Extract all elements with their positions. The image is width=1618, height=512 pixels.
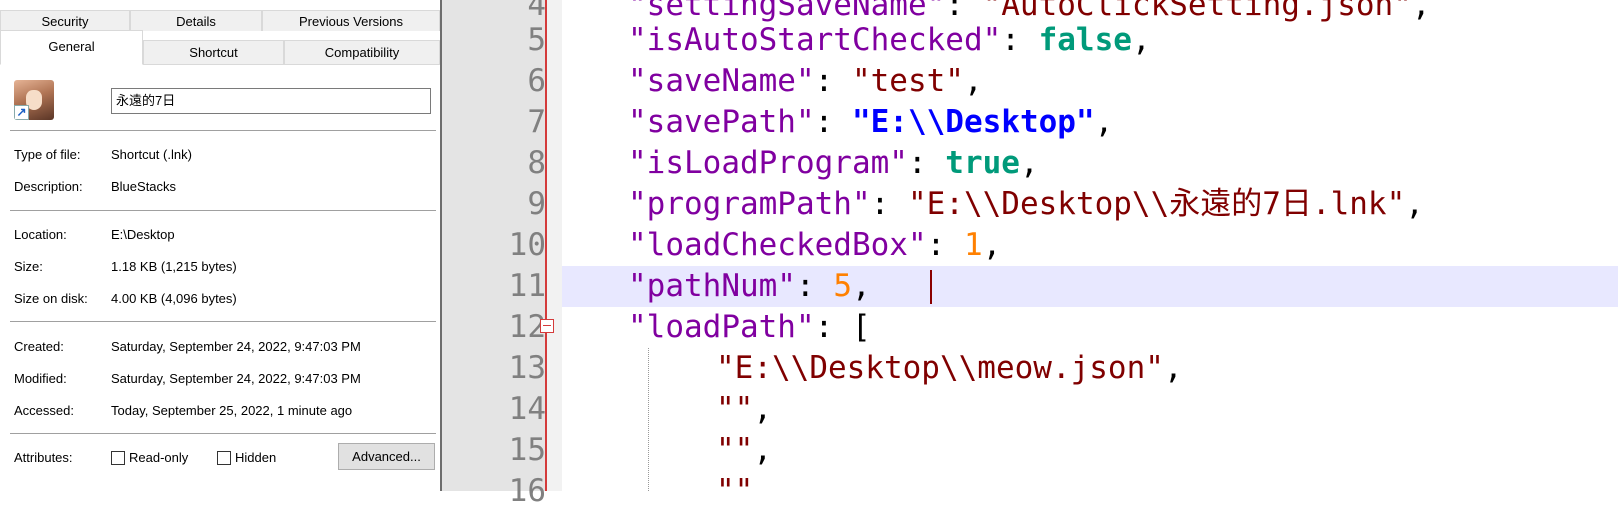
- code-line-8: "isLoadProgram": true,: [628, 145, 1039, 181]
- json-key: "savePath": [628, 104, 815, 140]
- line-number: 10: [508, 227, 546, 263]
- code-line-12: "loadPath": [: [628, 309, 871, 345]
- line-number: 8: [527, 145, 546, 181]
- code-line-5: "isAutoStartChecked": false,: [628, 22, 1151, 58]
- advanced-button[interactable]: Advanced...: [338, 443, 435, 470]
- tab-shortcut[interactable]: Shortcut: [143, 40, 284, 64]
- type-label: Type of file:: [14, 147, 81, 162]
- size-label: Size:: [14, 259, 43, 274]
- attributes-label: Attributes:: [14, 450, 73, 465]
- location-value: E:\Desktop: [111, 227, 175, 242]
- json-string: "E:\\Desktop\\meow.json": [716, 350, 1164, 386]
- json-string: "test": [851, 63, 964, 99]
- tab-previous-versions[interactable]: Previous Versions: [262, 10, 440, 31]
- type-value: Shortcut (.lnk): [111, 147, 192, 162]
- json-string: "": [716, 391, 754, 427]
- json-key: "isAutoStartChecked": [628, 22, 1002, 58]
- size-on-disk-label: Size on disk:: [14, 291, 88, 306]
- json-string: "": [716, 473, 754, 491]
- code-line-11: "pathNum": 5,: [628, 268, 871, 304]
- description-value: BlueStacks: [111, 179, 177, 194]
- json-boolean: true: [945, 145, 1020, 181]
- file-name-input[interactable]: 永遠的7日: [111, 88, 431, 114]
- divider: [10, 210, 436, 211]
- tab-row-front: General Shortcut Compatibility: [0, 30, 440, 65]
- accessed-value: Today, September 25, 2022, 1 minute ago: [111, 403, 353, 418]
- shortcut-arrow-icon: ↗: [14, 105, 29, 120]
- line-number: 7: [527, 104, 546, 140]
- json-key: "pathNum": [628, 268, 796, 304]
- description-label: Description:: [14, 179, 83, 194]
- line-number: 14: [508, 391, 546, 427]
- json-bracket: [: [851, 309, 871, 345]
- json-string: "E:\\Desktop\\永遠的7日.lnk": [907, 186, 1406, 222]
- hidden-label[interactable]: Hidden: [235, 450, 276, 465]
- code-line-6: "saveName": "test",: [628, 63, 983, 99]
- code-editor[interactable]: 4 5 6 7 8 9 10 11 12 13 14 15 16 "settin…: [442, 0, 1618, 509]
- properties-dialog: Security Details Previous Versions Gener…: [0, 0, 440, 491]
- json-string: "": [716, 432, 754, 468]
- fold-line: [545, 0, 547, 491]
- divider: [10, 433, 436, 434]
- readonly-checkbox[interactable]: [111, 451, 125, 465]
- code-line-10: "loadCheckedBox": 1,: [628, 227, 1002, 263]
- json-string-highlight: E:\\Desktop: [870, 104, 1076, 140]
- text-caret: [930, 270, 932, 304]
- line-number: 13: [508, 350, 546, 386]
- json-key: "loadPath": [628, 309, 815, 345]
- tab-details[interactable]: Details: [130, 10, 262, 31]
- code-line-15: "",: [716, 432, 772, 468]
- code-line-14: "",: [716, 391, 772, 427]
- json-quote: ": [851, 104, 871, 140]
- fold-margin: [546, 0, 562, 491]
- line-number: 15: [508, 432, 546, 468]
- code-line-7: "savePath": "E:\\Desktop",: [628, 104, 1114, 140]
- json-number: 5: [833, 268, 852, 304]
- location-label: Location:: [14, 227, 67, 242]
- code-line-13: "E:\\Desktop\\meow.json",: [716, 350, 1183, 386]
- line-number: 5: [527, 22, 546, 58]
- tab-row-back: Security Details Previous Versions: [0, 10, 440, 32]
- modified-value: Saturday, September 24, 2022, 9:47:03 PM: [111, 371, 361, 386]
- divider: [10, 130, 436, 131]
- line-number-gutter: 4 5 6 7 8 9 10 11 12 13 14 15 16: [442, 0, 546, 509]
- tab-security[interactable]: Security: [0, 10, 130, 31]
- size-value: 1.18 KB (1,215 bytes): [111, 259, 237, 274]
- shortcut-app-icon: ↗: [14, 80, 54, 120]
- hidden-checkbox[interactable]: [217, 451, 231, 465]
- readonly-label[interactable]: Read-only: [129, 450, 188, 465]
- json-boolean: false: [1038, 22, 1132, 58]
- line-number: 6: [527, 63, 546, 99]
- json-key: "isLoadProgram": [628, 145, 908, 181]
- fold-collapse-icon[interactable]: [540, 319, 554, 333]
- json-quote: ": [1075, 104, 1095, 140]
- line-number: 9: [527, 186, 546, 222]
- created-value: Saturday, September 24, 2022, 9:47:03 PM: [111, 339, 361, 354]
- json-key: "saveName": [628, 63, 815, 99]
- size-on-disk-value: 4.00 KB (4,096 bytes): [111, 291, 237, 306]
- accessed-label: Accessed:: [14, 403, 74, 418]
- json-key: "programPath": [628, 186, 871, 222]
- code-line-9: "programPath": "E:\\Desktop\\永遠的7日.lnk",: [628, 186, 1424, 222]
- json-number: 1: [963, 227, 983, 263]
- tab-compatibility[interactable]: Compatibility: [284, 40, 440, 64]
- json-key: "loadCheckedBox": [628, 227, 927, 263]
- line-number: 12: [508, 309, 546, 345]
- code-line-16: "": [716, 471, 753, 491]
- line-number: 16: [508, 473, 546, 509]
- code-area[interactable]: "settingSaveName": "AutoClickSetting.jso…: [628, 0, 1618, 491]
- modified-label: Modified:: [14, 371, 67, 386]
- line-number: 11: [508, 268, 546, 304]
- created-label: Created:: [14, 339, 64, 354]
- tab-general[interactable]: General: [0, 30, 143, 65]
- divider: [10, 321, 436, 322]
